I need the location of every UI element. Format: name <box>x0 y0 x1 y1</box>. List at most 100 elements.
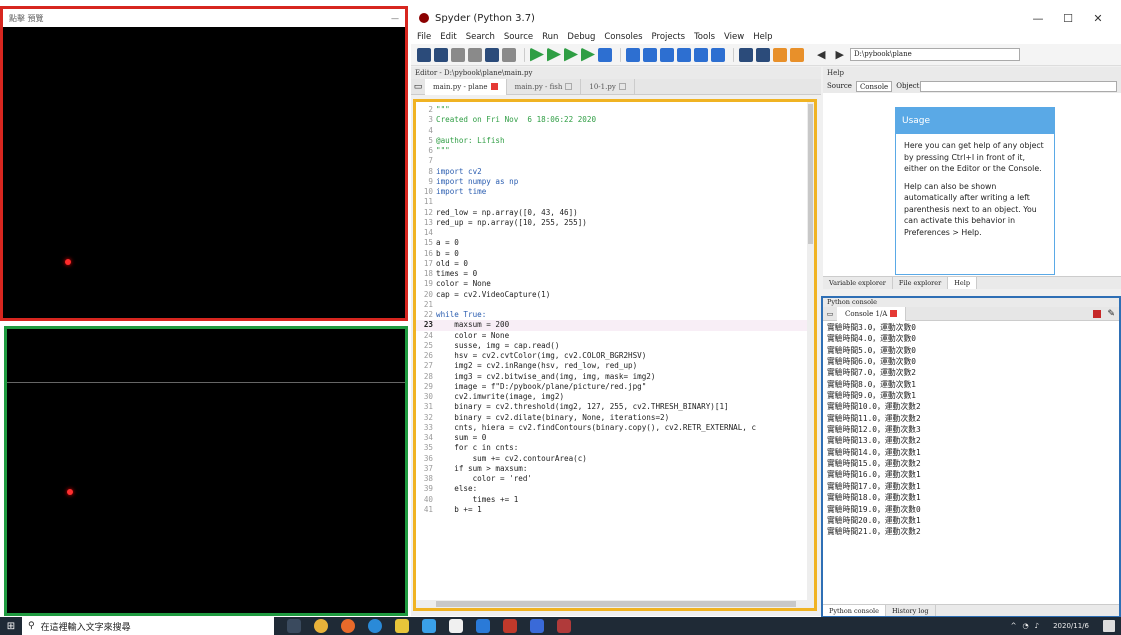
at-icon[interactable] <box>502 47 516 62</box>
forward-icon[interactable]: ▶ <box>835 48 843 61</box>
menu-consoles[interactable]: Consoles <box>604 32 642 42</box>
close-tab-icon[interactable] <box>890 310 898 317</box>
open-file-icon[interactable] <box>434 47 448 62</box>
source-select[interactable]: Console <box>855 80 893 92</box>
step-icon[interactable] <box>643 47 657 62</box>
minimize-button[interactable]: — <box>1023 12 1053 25</box>
menu-search[interactable]: Search <box>466 32 495 42</box>
code-line[interactable]: 8 import cv2 <box>416 167 814 177</box>
code-line[interactable]: 34 sum = 0 <box>416 433 814 443</box>
file-explorer-icon[interactable] <box>395 619 409 633</box>
back-icon[interactable]: ◀ <box>817 48 825 61</box>
code-line[interactable]: 33 cnts, hiera = cv2.findContours(binary… <box>416 423 814 433</box>
code-line[interactable]: 17 old = 0 <box>416 259 814 269</box>
python-path-icon[interactable] <box>773 47 787 62</box>
scrollbar-thumb[interactable] <box>436 601 796 607</box>
step-into-icon[interactable] <box>660 47 674 62</box>
menu-source[interactable]: Source <box>504 32 533 42</box>
python-logo-icon[interactable] <box>790 47 804 62</box>
vertical-scrollbar[interactable] <box>807 102 814 608</box>
menu-debug[interactable]: Debug <box>567 32 595 42</box>
code-line[interactable]: 26 hsv = cv2.cvtColor(img, cv2.COLOR_BGR… <box>416 351 814 361</box>
code-editor[interactable]: 2 """ 3 Created on Fri Nov 6 18:06:22 2020 4… <box>413 99 817 611</box>
code-line[interactable]: 27 img2 = cv2.inRange(hsv, red_low, red_… <box>416 361 814 371</box>
continue-icon[interactable] <box>694 47 708 62</box>
mail-icon[interactable] <box>476 619 490 633</box>
spyder-titlebar[interactable]: Spyder (Python 3.7) — ☐ ✕ <box>411 6 1121 30</box>
network-icon[interactable]: ◔ <box>1023 622 1029 630</box>
code-line[interactable]: 12 red_low = np.array([0, 43, 46]) <box>416 208 814 218</box>
code-line[interactable]: 30 cv2.imwrite(image, img2) <box>416 392 814 402</box>
run-selection-icon[interactable] <box>581 47 595 62</box>
clock[interactable]: 2020/11/6 <box>1053 622 1089 630</box>
code-line[interactable]: 39 else: <box>416 484 814 494</box>
code-line[interactable]: 18 times = 0 <box>416 269 814 279</box>
code-line[interactable]: 13 red_up = np.array([10, 255, 255]) <box>416 218 814 228</box>
code-line[interactable]: 5 @author: Lifish <box>416 136 814 146</box>
menu-help[interactable]: Help <box>753 32 772 42</box>
code-line[interactable]: 20 cap = cv2.VideoCapture(1) <box>416 290 814 300</box>
maximize-button[interactable]: ☐ <box>1053 12 1083 25</box>
taskbar-search[interactable]: ⚲ 在這裡輸入文字來搜尋 <box>22 617 274 635</box>
step-return-icon[interactable] <box>677 47 691 62</box>
code-line[interactable]: 23 maxsum = 200 <box>416 320 814 331</box>
object-input[interactable] <box>919 80 1117 92</box>
browse-tabs-icon[interactable]: ▭ <box>411 82 425 92</box>
code-lines[interactable]: 2 """ 3 Created on Fri Nov 6 18:06:22 2020 4… <box>416 102 814 515</box>
close-button[interactable]: ✕ <box>1083 12 1113 25</box>
code-line[interactable]: 28 img3 = cv2.bitwise_and(img, img, mask… <box>416 372 814 382</box>
app-icon-gear[interactable] <box>557 619 571 633</box>
tab-history-log[interactable]: History log <box>886 605 936 616</box>
code-line[interactable]: 3 Created on Fri Nov 6 18:06:22 2020 <box>416 115 814 125</box>
notifications-icon[interactable] <box>1103 620 1115 632</box>
code-line[interactable]: 15 a = 0 <box>416 238 814 248</box>
store-icon[interactable] <box>449 619 463 633</box>
app-icon-red[interactable] <box>503 619 517 633</box>
tab-help[interactable]: Help <box>948 277 977 289</box>
code-line[interactable]: 11 <box>416 197 814 207</box>
code-line[interactable]: 31 binary = cv2.threshold(img2, 127, 255… <box>416 402 814 412</box>
code-line[interactable]: 16 b = 0 <box>416 249 814 259</box>
tab-10-1[interactable]: 10-1.py <box>581 78 635 95</box>
menu-tools[interactable]: Tools <box>694 32 715 42</box>
code-line[interactable]: 25 susse, img = cap.read() <box>416 341 814 351</box>
code-line[interactable]: 21 <box>416 300 814 310</box>
close-tab-icon[interactable] <box>490 83 498 90</box>
tray-up-icon[interactable]: ^ <box>1011 622 1017 630</box>
code-line[interactable]: 2 """ <box>416 105 814 115</box>
code-line[interactable]: 19 color = None <box>416 279 814 289</box>
stop-debug-icon[interactable] <box>711 47 725 62</box>
firefox-icon[interactable] <box>341 619 355 633</box>
code-line[interactable]: 37 if sum > maxsum: <box>416 464 814 474</box>
app-icon-blue[interactable] <box>530 619 544 633</box>
code-line[interactable]: 41 b += 1 <box>416 505 814 515</box>
save-all-icon[interactable] <box>468 47 482 62</box>
tab-main-plane[interactable]: main.py - plane <box>425 78 507 95</box>
list-icon[interactable] <box>485 47 499 62</box>
tab-file-explorer[interactable]: File explorer <box>893 277 949 289</box>
code-line[interactable]: 7 <box>416 156 814 166</box>
code-line[interactable]: 38 color = 'red' <box>416 474 814 484</box>
tab-variable-explorer[interactable]: Variable explorer <box>823 277 893 289</box>
camera-titlebar[interactable]: 點擊 預覽 — <box>3 9 405 27</box>
code-line[interactable]: 35 for c in cnts: <box>416 443 814 453</box>
console-output[interactable]: 實驗時間3.0，運動次數0 實驗時間4.0，運動次數0 實驗時間5.0，運動次數0 實… <box>823 321 1119 539</box>
working-directory-input[interactable]: D:\pybook\plane <box>849 48 1020 61</box>
preferences-icon[interactable] <box>756 47 770 62</box>
stop-icon[interactable] <box>1093 309 1102 318</box>
scrollbar-thumb[interactable] <box>808 104 813 244</box>
close-tab-icon[interactable] <box>565 83 573 90</box>
new-file-icon[interactable] <box>417 47 431 62</box>
menu-run[interactable]: Run <box>542 32 558 42</box>
run-icon[interactable] <box>530 47 544 62</box>
clear-console-icon[interactable]: ✎ <box>1107 309 1115 319</box>
windows-start-icon[interactable]: ⊞ <box>0 621 22 632</box>
code-line[interactable]: 40 times += 1 <box>416 495 814 505</box>
menu-edit[interactable]: Edit <box>440 32 456 42</box>
code-line[interactable]: 9 import numpy as np <box>416 177 814 187</box>
menu-view[interactable]: View <box>724 32 744 42</box>
run-cell-icon[interactable] <box>547 47 561 62</box>
rerun-icon[interactable] <box>598 47 612 62</box>
close-tab-icon[interactable] <box>618 83 626 90</box>
anaconda-icon[interactable] <box>422 619 436 633</box>
